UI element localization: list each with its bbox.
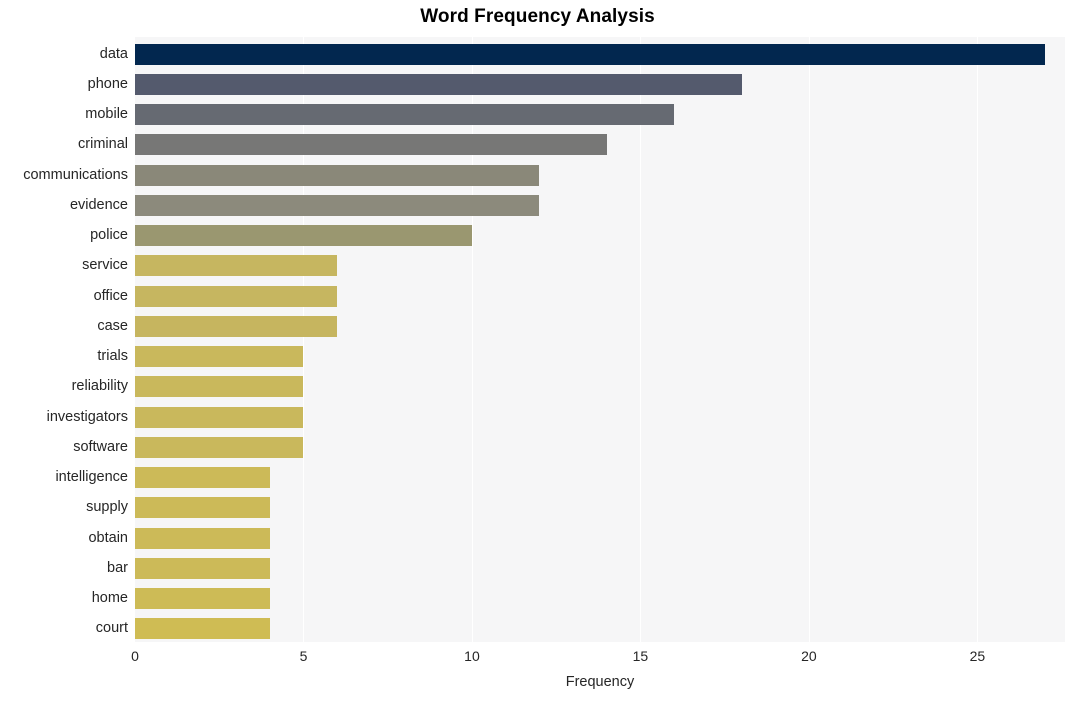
gridline-vertical [303, 37, 305, 642]
x-axis-tick-label: 25 [969, 648, 986, 664]
gridline-vertical [808, 37, 810, 642]
bar [135, 437, 304, 458]
y-axis-tick-label: police [90, 227, 128, 243]
bar [135, 165, 540, 186]
y-axis-tick-label: case [97, 318, 128, 334]
bar [135, 44, 1045, 65]
y-axis-tick-label: obtain [88, 530, 128, 546]
gridline-vertical [640, 37, 642, 642]
y-axis-tick-label: data [99, 46, 128, 62]
gridline-vertical [977, 37, 979, 642]
x-axis-tick-label: 5 [299, 648, 308, 664]
y-axis-tick-label: evidence [69, 197, 128, 213]
x-axis-tick-label: 20 [801, 648, 817, 664]
bar [135, 376, 304, 397]
x-axis-tick-label: 15 [632, 648, 649, 664]
plot-area [135, 37, 1065, 642]
y-axis-tick-label: intelligence [55, 469, 128, 485]
y-axis-labels: data phone mobile criminal communications evi… [0, 0, 128, 701]
bar [135, 104, 675, 125]
y-axis-tick-label: mobile [85, 106, 128, 122]
bar [135, 134, 607, 155]
y-axis-tick-label: software [73, 439, 128, 455]
x-axis-title: Frequency [565, 674, 635, 690]
x-axis-tick-label: 10 [464, 648, 480, 664]
bar [135, 255, 338, 276]
word-frequency-chart: Word Frequency Analysis data phone mobile c… [0, 0, 1075, 701]
bar [135, 346, 304, 367]
gridline-vertical [471, 37, 473, 642]
bar [135, 195, 540, 216]
y-axis-tick-label: court [95, 620, 128, 636]
bar [135, 74, 742, 95]
bar [135, 316, 338, 337]
bar [135, 558, 270, 579]
y-axis-tick-label: criminal [78, 136, 128, 152]
y-axis-tick-label: trials [97, 348, 128, 364]
bar [135, 618, 270, 639]
bar [135, 286, 338, 307]
y-axis-tick-label: supply [86, 499, 128, 515]
y-axis-tick-label: bar [107, 560, 128, 576]
bar [135, 467, 270, 488]
y-axis-tick-label: investigators [46, 409, 128, 425]
x-axis-tick-label: 0 [131, 648, 139, 664]
y-axis-tick-label: office [93, 288, 128, 304]
y-axis-tick-label: reliability [71, 378, 128, 394]
y-axis-tick-label: home [91, 590, 128, 606]
y-axis-tick-label: service [82, 257, 128, 273]
bar [135, 528, 270, 549]
bar [135, 588, 270, 609]
bar [135, 497, 270, 518]
bar [135, 225, 472, 246]
y-axis-tick-label: phone [87, 76, 128, 92]
bar [135, 407, 304, 428]
chart-title: Word Frequency Analysis [420, 6, 655, 27]
y-axis-tick-label: communications [23, 167, 128, 183]
